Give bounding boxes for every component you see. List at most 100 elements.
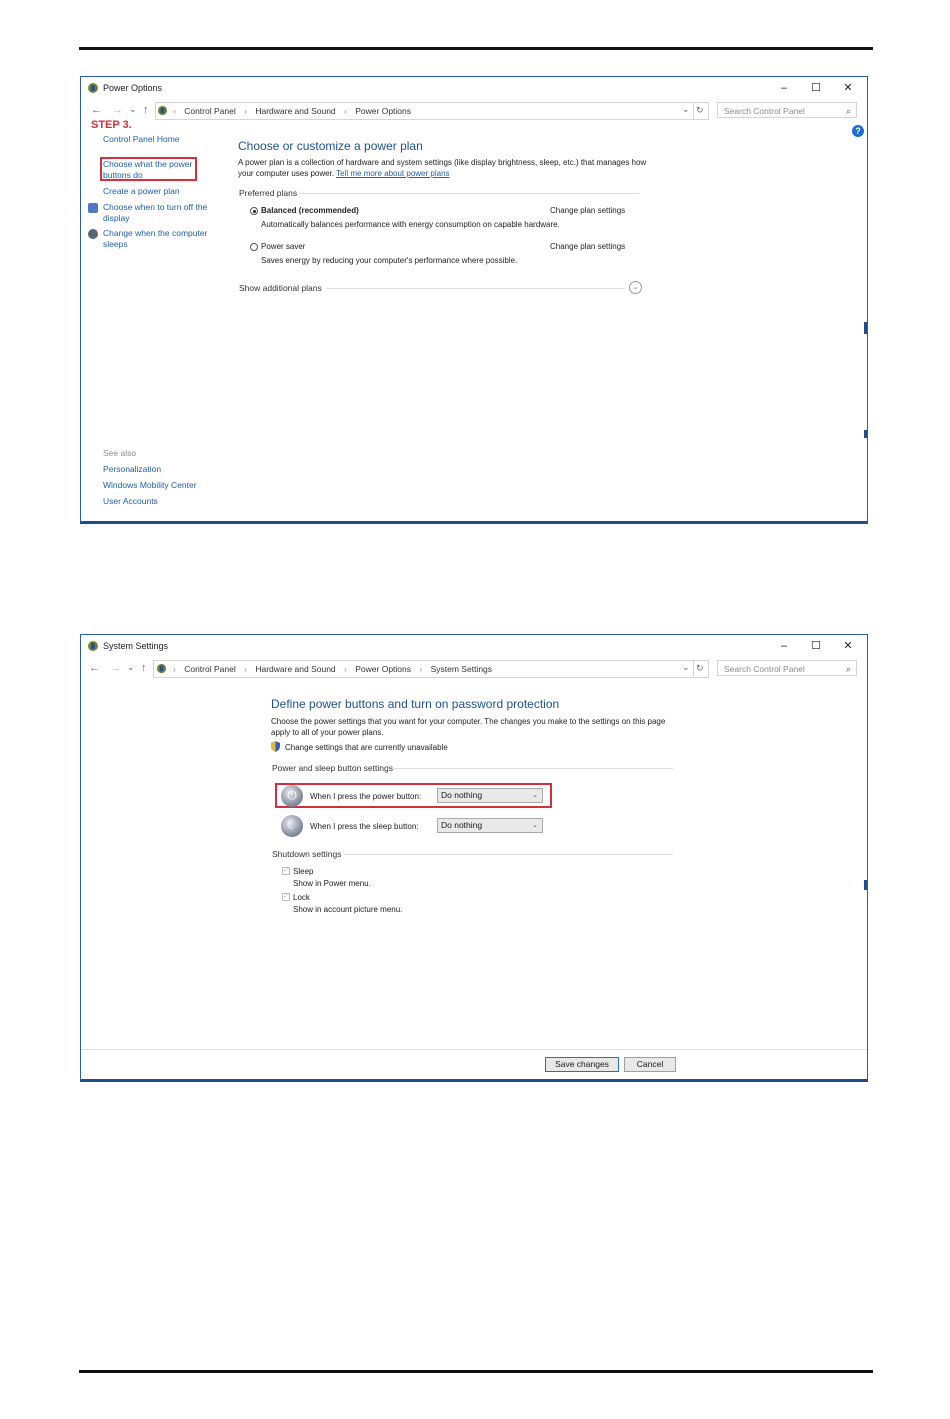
close-button[interactable]: ✕ — [833, 79, 863, 97]
power-button-select[interactable]: Do nothing ⌄ — [437, 788, 543, 803]
breadcrumb-power-options[interactable]: Power Options — [355, 664, 411, 674]
sleep-button-select[interactable]: Do nothing ⌄ — [437, 818, 543, 833]
sleep-checkbox-desc: Show in Power menu. — [293, 879, 371, 888]
search-input[interactable]: Search Control Panel ⌕ — [717, 660, 857, 676]
group-divider — [299, 193, 639, 194]
window-title: System Settings — [103, 641, 169, 651]
breadcrumb-hardware-and-sound[interactable]: Hardware and Sound — [255, 106, 335, 116]
chevron-down-icon: ⌄ — [532, 792, 538, 799]
breadcrumb-system-settings[interactable]: System Settings — [431, 664, 492, 674]
lock-checkbox-label: Lock — [293, 893, 310, 902]
breadcrumb-hardware-and-sound[interactable]: Hardware and Sound — [255, 664, 335, 674]
sleep-moon-icon — [88, 229, 98, 239]
show-additional-plans-label[interactable]: Show additional plans — [239, 283, 322, 293]
window-edge-accent — [864, 880, 867, 890]
power-options-window: Power Options – ☐ ✕ ← → ⌄ ↑ › Control Pa… — [80, 76, 868, 524]
sidebar-item-create-plan[interactable]: Create a power plan — [103, 186, 180, 197]
forward-arrow-icon[interactable]: → — [112, 104, 123, 116]
address-dropdown-icon[interactable]: ⌄ — [682, 104, 690, 115]
sidebar-item-computer-sleeps[interactable]: Change when the computer sleeps — [103, 228, 213, 250]
breadcrumb-separator-icon: › — [344, 106, 347, 116]
balanced-radio[interactable] — [250, 207, 258, 215]
system-settings-window: System Settings – ☐ ✕ ← → ⌄ ↑ › Control … — [80, 634, 868, 1082]
search-placeholder: Search Control Panel — [724, 106, 805, 116]
tell-me-more-link[interactable]: Tell me more about power plans — [336, 169, 449, 178]
cancel-button[interactable]: Cancel — [624, 1057, 676, 1072]
up-arrow-icon[interactable]: ↑ — [143, 104, 149, 116]
see-also-personalization[interactable]: Personalization — [103, 464, 161, 475]
breadcrumb: › Control Panel › Hardware and Sound › P… — [173, 664, 498, 674]
search-icon[interactable]: ⌕ — [846, 103, 851, 119]
plan-balanced-name[interactable]: Balanced (recommended) — [261, 205, 359, 216]
see-also-mobility-center[interactable]: Windows Mobility Center — [103, 480, 197, 491]
balanced-change-settings-link[interactable]: Change plan settings — [550, 205, 625, 216]
address-dropdown-icon[interactable]: ⌄ — [682, 662, 690, 673]
lock-checkbox-desc: Show in account picture menu. — [293, 905, 403, 914]
breadcrumb-control-panel[interactable]: Control Panel — [184, 106, 236, 116]
footer-divider — [81, 1049, 867, 1050]
sleep-checkbox[interactable]: ✓ — [282, 867, 290, 875]
power-saver-radio[interactable] — [250, 243, 258, 251]
breadcrumb-power-options[interactable]: Power Options — [355, 106, 411, 116]
admin-shield-icon — [271, 741, 280, 752]
change-unavailable-settings-link[interactable]: Change settings that are currently unava… — [285, 742, 448, 753]
system-settings-icon — [88, 641, 98, 651]
address-bar: ← → ⌄ ↑ › Control Panel › Hardware and S… — [81, 101, 867, 121]
shutdown-divider — [344, 854, 673, 855]
sidebar-item-turn-off-display[interactable]: Choose when to turn off the display — [103, 202, 213, 224]
expand-chevron-icon[interactable]: ⌄ — [629, 281, 642, 294]
preferred-plans-header: Preferred plans — [239, 188, 298, 198]
recent-locations-icon[interactable]: ⌄ — [129, 104, 137, 115]
breadcrumb-separator-icon: › — [419, 664, 423, 674]
sleep-button-label: When I press the sleep button: — [310, 822, 419, 831]
lock-checkbox[interactable]: ✓ — [282, 893, 290, 901]
sleep-button-value: Do nothing — [441, 820, 483, 830]
page-description: A power plan is a collection of hardware… — [238, 157, 648, 179]
minimize-button[interactable]: – — [769, 637, 799, 655]
control-panel-icon — [156, 663, 167, 674]
power-sleep-group-header: Power and sleep button settings — [272, 763, 393, 773]
plan-power-saver-desc: Saves energy by reducing your computer's… — [261, 256, 518, 265]
recent-locations-icon[interactable]: ⌄ — [127, 662, 135, 673]
close-button[interactable]: ✕ — [833, 637, 863, 655]
power-button-label: When I press the power button: — [310, 792, 422, 801]
refresh-icon[interactable]: ↻ — [696, 105, 704, 116]
search-input[interactable]: Search Control Panel ⌕ — [717, 102, 857, 118]
breadcrumb: › Control Panel › Hardware and Sound › P… — [173, 106, 417, 116]
back-arrow-icon[interactable]: ← — [89, 662, 100, 674]
help-icon[interactable]: ? — [852, 125, 864, 137]
save-changes-button[interactable]: Save changes — [545, 1057, 619, 1072]
control-panel-home-link[interactable]: Control Panel Home — [103, 134, 180, 145]
sleep-button-icon — [281, 815, 303, 837]
breadcrumb-separator-icon: › — [173, 664, 176, 674]
forward-arrow-icon[interactable]: → — [110, 662, 121, 674]
back-arrow-icon[interactable]: ← — [91, 104, 102, 116]
window-title: Power Options — [103, 83, 163, 93]
breadcrumb-separator-icon: › — [344, 664, 347, 674]
minimize-button[interactable]: – — [769, 79, 799, 97]
sidebar-item-power-buttons[interactable]: Choose what the power buttons do — [103, 159, 195, 181]
search-icon[interactable]: ⌕ — [846, 661, 851, 677]
display-icon — [88, 203, 98, 213]
up-arrow-icon[interactable]: ↑ — [141, 662, 147, 674]
group-divider — [393, 768, 673, 769]
breadcrumb-separator-icon: › — [173, 106, 176, 116]
maximize-button[interactable]: ☐ — [801, 637, 831, 655]
see-also-user-accounts[interactable]: User Accounts — [103, 496, 158, 507]
additional-plans-divider — [327, 288, 625, 289]
sleep-checkbox-label: Sleep — [293, 867, 314, 876]
plan-power-saver-name[interactable]: Power saver — [261, 241, 305, 252]
title-bar: System Settings – ☐ ✕ — [81, 635, 867, 657]
breadcrumb-control-panel[interactable]: Control Panel — [184, 664, 236, 674]
page-description: Choose the power settings that you want … — [271, 717, 666, 737]
plan-balanced-desc: Automatically balances performance with … — [261, 220, 560, 229]
power-button-icon — [281, 785, 303, 807]
page-heading: Choose or customize a power plan — [238, 139, 423, 153]
power-saver-change-settings-link[interactable]: Change plan settings — [550, 241, 625, 252]
refresh-icon[interactable]: ↻ — [696, 663, 704, 674]
page-heading: Define power buttons and turn on passwor… — [271, 697, 560, 711]
address-bar: ← → ⌄ ↑ › Control Panel › Hardware and S… — [81, 659, 867, 679]
search-placeholder: Search Control Panel — [724, 664, 805, 674]
maximize-button[interactable]: ☐ — [801, 79, 831, 97]
step-label: STEP 3. — [91, 119, 132, 131]
